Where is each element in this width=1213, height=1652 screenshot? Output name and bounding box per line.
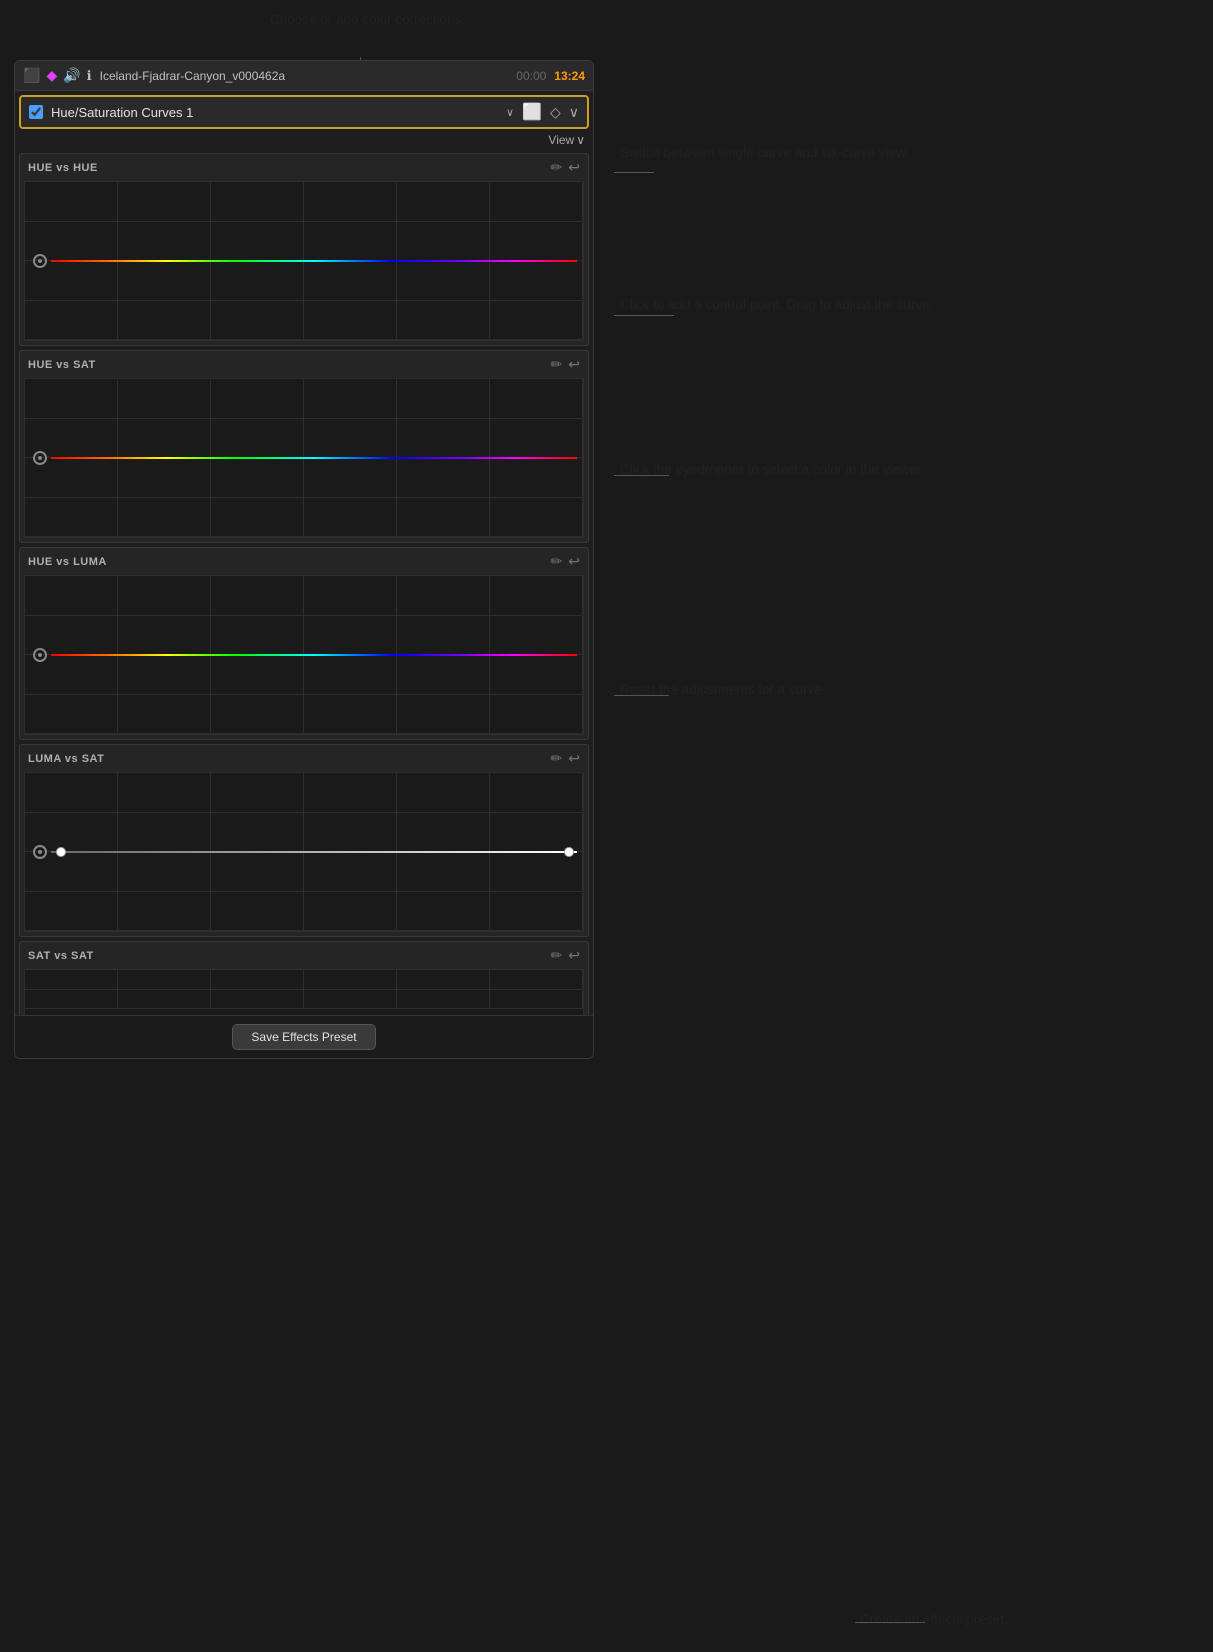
annotation-eyedropper: Click the eyedropper to select a color i…: [620, 460, 925, 480]
view-button[interactable]: View ∨: [548, 133, 585, 147]
view-chevron-icon: ∨: [576, 133, 585, 147]
annotation-control-point: Click to add a control point. Drag to ad…: [620, 295, 934, 315]
curve-section-hue-vs-hue: HUE vs HUE ✏ ↩: [19, 153, 589, 346]
keyframe-icon[interactable]: ◇: [550, 104, 561, 121]
effect-name-dropdown[interactable]: ∨: [506, 106, 514, 119]
eyedropper-btn-hue-vs-hue[interactable]: ✏: [551, 159, 563, 176]
curve-actions-hue-vs-hue: ✏ ↩: [551, 159, 580, 176]
curve-title-hue-vs-sat: HUE vs SAT: [28, 359, 96, 371]
arrow-create-preset: [855, 1622, 925, 1623]
curve-title-hue-vs-luma: HUE vs LUMA: [28, 556, 107, 568]
arrow-switch-view: [614, 172, 654, 173]
curve-header-hue-vs-hue: HUE vs HUE ✏ ↩: [20, 154, 588, 181]
curve-canvas-hue-vs-luma[interactable]: [24, 575, 584, 735]
effect-name: Hue/Saturation Curves 1: [51, 105, 498, 120]
curve-header-hue-vs-sat: HUE vs SAT ✏ ↩: [20, 351, 588, 378]
reset-btn-hue-vs-hue[interactable]: ↩: [568, 159, 580, 176]
toolbar-icons: ⬛ ◆ 🔊 ℹ: [23, 67, 92, 84]
curve-actions-luma-vs-sat: ✏ ↩: [551, 750, 580, 767]
toolbar: ⬛ ◆ 🔊 ℹ Iceland-Fjadrar-Canyon_v000462a …: [15, 61, 593, 91]
rainbow-line-hue-vs-hue: [51, 260, 577, 262]
curve-title-luma-vs-sat: LUMA vs SAT: [28, 753, 104, 765]
effect-header-icons: ⬜ ◇ ∨: [522, 102, 579, 122]
curve-header-hue-vs-luma: HUE vs LUMA ✏ ↩: [20, 548, 588, 575]
curve-origin-dot-hue-vs-luma: [33, 648, 47, 662]
curve-origin-dot-hue-vs-hue: [33, 254, 47, 268]
curve-header-luma-vs-sat: LUMA vs SAT ✏ ↩: [20, 745, 588, 772]
filename-label: Iceland-Fjadrar-Canyon_v000462a: [100, 69, 509, 83]
luma-line-luma-vs-sat: [51, 851, 577, 853]
curve-section-luma-vs-sat: LUMA vs SAT ✏ ↩: [19, 744, 589, 937]
annotation-switch-view: Switch between single-curve and six-curv…: [620, 143, 909, 163]
curve-section-hue-vs-luma: HUE vs LUMA ✏ ↩: [19, 547, 589, 740]
reset-btn-sat-vs-sat[interactable]: ↩: [568, 947, 580, 964]
timecode-zero: 00:00: [516, 69, 546, 83]
bottom-bar: Save Effects Preset: [15, 1015, 593, 1058]
color-icon[interactable]: ◆: [46, 67, 57, 84]
control-point-right[interactable]: [564, 847, 574, 857]
curve-actions-hue-vs-sat: ✏ ↩: [551, 356, 580, 373]
reset-btn-hue-vs-sat[interactable]: ↩: [568, 356, 580, 373]
curve-origin-dot-hue-vs-sat: [33, 451, 47, 465]
film-icon[interactable]: ⬛: [23, 67, 40, 84]
reset-btn-luma-vs-sat[interactable]: ↩: [568, 750, 580, 767]
arrow-reset: [614, 695, 669, 696]
effect-header: Hue/Saturation Curves 1 ∨ ⬜ ◇ ∨: [19, 95, 589, 129]
curve-canvas-hue-vs-hue[interactable]: [24, 181, 584, 341]
arrow-eyedropper: [614, 475, 669, 476]
reset-btn-hue-vs-luma[interactable]: ↩: [568, 553, 580, 570]
curve-canvas-luma-vs-sat[interactable]: [24, 772, 584, 932]
info-icon[interactable]: ℹ: [87, 68, 92, 84]
curve-actions-hue-vs-luma: ✏ ↩: [551, 553, 580, 570]
rainbow-line-hue-vs-sat: [51, 457, 577, 459]
eyedropper-btn-sat-vs-sat[interactable]: ✏: [551, 947, 563, 964]
annotation-create-preset: Create an effects preset.: [860, 1610, 1008, 1630]
effect-checkbox[interactable]: [29, 105, 43, 119]
curve-actions-sat-vs-sat: ✏ ↩: [551, 947, 580, 964]
rainbow-line-hue-vs-luma: [51, 654, 577, 656]
curve-origin-dot-luma-vs-sat: [33, 845, 47, 859]
curve-title-hue-vs-hue: HUE vs HUE: [28, 162, 98, 174]
control-point-left[interactable]: [56, 847, 66, 857]
mask-icon[interactable]: ⬜: [522, 102, 542, 122]
curve-canvas-hue-vs-sat[interactable]: [24, 378, 584, 538]
curve-header-sat-vs-sat: SAT vs SAT ✏ ↩: [20, 942, 588, 969]
main-panel: ⬛ ◆ 🔊 ℹ Iceland-Fjadrar-Canyon_v000462a …: [14, 60, 594, 1059]
annotation-choose-color: Choose or add color corrections.: [270, 10, 465, 30]
timecode-main: 13:24: [554, 69, 585, 83]
curve-section-hue-vs-sat: HUE vs SAT ✏ ↩: [19, 350, 589, 543]
eyedropper-btn-luma-vs-sat[interactable]: ✏: [551, 750, 563, 767]
arrow-control-point: [614, 315, 674, 316]
eyedropper-btn-hue-vs-sat[interactable]: ✏: [551, 356, 563, 373]
view-bar: View ∨: [15, 129, 593, 151]
effect-menu-dropdown[interactable]: ∨: [569, 104, 579, 121]
annotation-reset: Reset the adjustments for a curve.: [620, 680, 826, 700]
save-effects-preset-button[interactable]: Save Effects Preset: [232, 1024, 375, 1050]
curve-title-sat-vs-sat: SAT vs SAT: [28, 950, 94, 962]
eyedropper-btn-hue-vs-luma[interactable]: ✏: [551, 553, 563, 570]
audio-icon[interactable]: 🔊: [63, 67, 80, 84]
